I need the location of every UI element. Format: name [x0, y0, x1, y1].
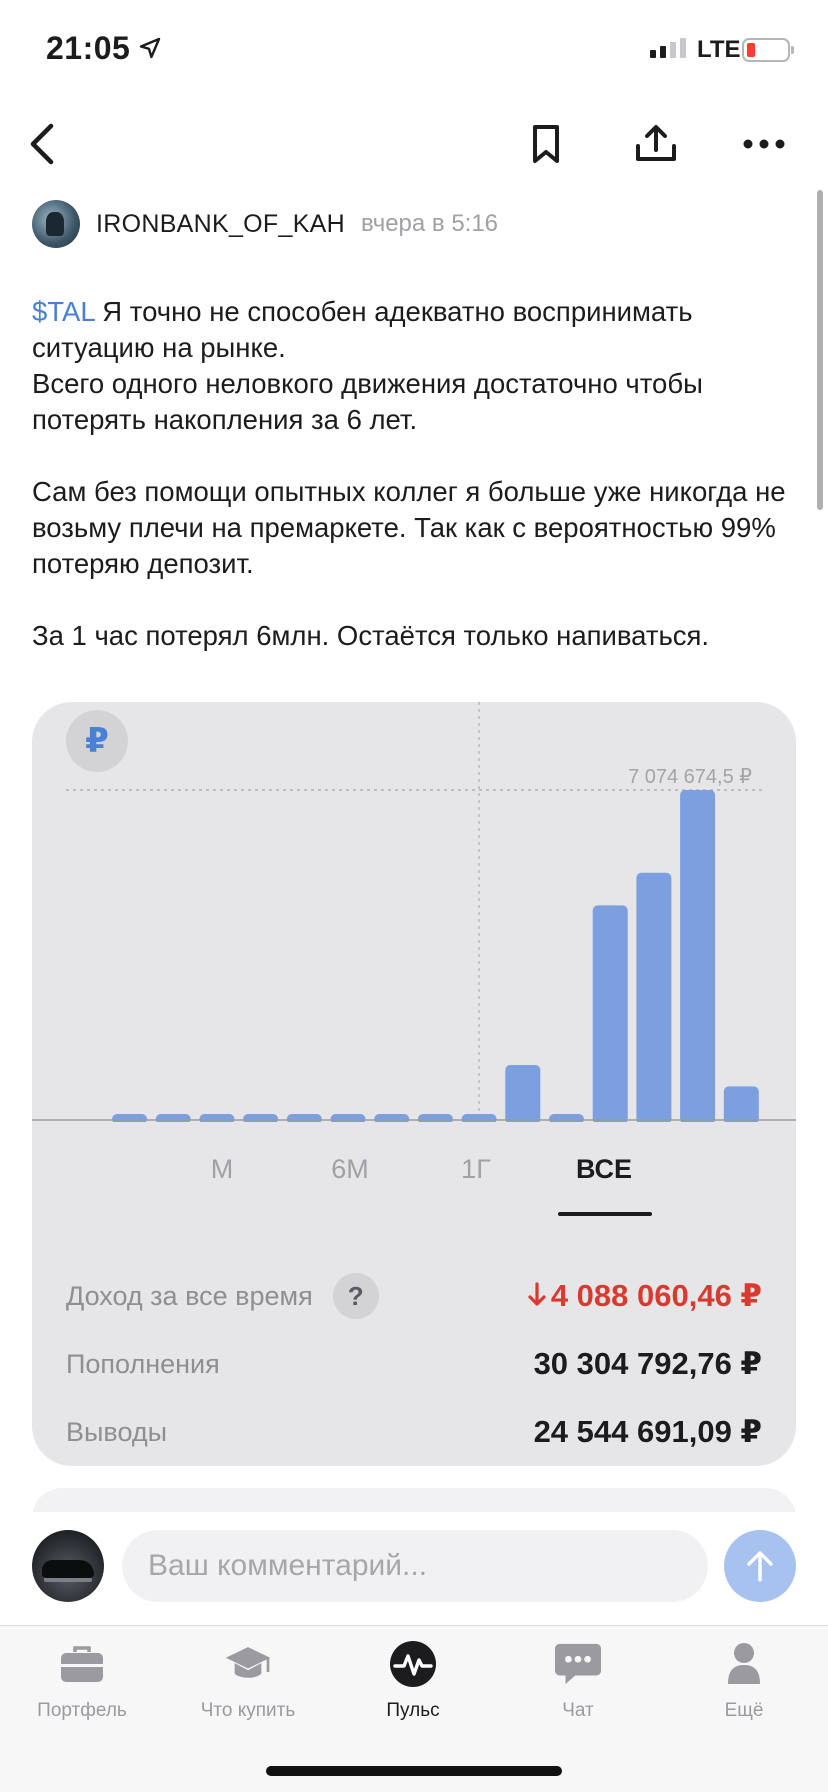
- profile-icon: [720, 1640, 768, 1688]
- stat-value-withdrawals: 24 544 691,09 ₽: [533, 1414, 762, 1449]
- tab-label: Пульс: [386, 1700, 440, 1721]
- chart-bar: [330, 1114, 366, 1122]
- location-arrow-icon: [139, 37, 161, 59]
- portfolio-card: ₽ 7 074 674,5 ₽ М 6М 1Г ВСЕ Доход за все…: [32, 702, 796, 1466]
- stat-income-row: Доход за все время ? 4 088 060,46 ₽: [66, 1262, 762, 1330]
- tab-label: Портфель: [37, 1700, 127, 1721]
- nav-bar: [0, 100, 828, 180]
- stat-value-income: 4 088 060,46 ₽: [527, 1278, 762, 1314]
- post-time: вчера в 5:16: [361, 210, 499, 237]
- chat-icon: [554, 1640, 602, 1688]
- period-tab-6m[interactable]: 6М: [331, 1154, 369, 1185]
- tab-more[interactable]: Ещё: [669, 1640, 819, 1722]
- post-paragraph: За 1 час потерял 6млн. Остаётся только н…: [32, 620, 710, 651]
- arrow-up-icon: [747, 1551, 773, 1582]
- chart-bar: [417, 1114, 453, 1122]
- post-paragraph: Сам без помощи опытных коллег я больше у…: [32, 476, 786, 579]
- chart-bar: [592, 905, 628, 1122]
- bookmark-icon: [533, 125, 559, 163]
- bookmark-button[interactable]: [518, 116, 574, 172]
- post-paragraph-text: Я точно не способен адекватно воспринима…: [32, 296, 703, 435]
- stat-label: Пополнения: [66, 1348, 220, 1379]
- graduation-cap-icon: [224, 1640, 272, 1688]
- post-text: $TAL Я точно не способен адекватно воспр…: [32, 294, 802, 654]
- tab-label: Чат: [562, 1700, 594, 1721]
- share-button[interactable]: [628, 116, 684, 172]
- stat-label: Выводы: [66, 1416, 168, 1447]
- max-value-label: 7 074 674,5 ₽: [628, 766, 752, 788]
- stat-deposits-row: Пополнения 30 304 792,76 ₽: [66, 1330, 762, 1398]
- chevron-left-icon: [30, 123, 54, 165]
- author-name[interactable]: IRONBANK_OF_KAH: [96, 210, 345, 239]
- scrollbar[interactable]: [817, 190, 823, 510]
- tab-label: Что купить: [200, 1700, 296, 1721]
- stat-label: Доход за все время: [66, 1280, 313, 1311]
- chart-bar: [199, 1114, 235, 1122]
- post-author[interactable]: IRONBANK_OF_KAH вчера в 5:16: [32, 200, 498, 248]
- help-icon[interactable]: ?: [332, 1273, 379, 1319]
- chart-bar: [286, 1114, 322, 1122]
- chart-bar: [505, 1064, 541, 1122]
- status-time: 21:05: [46, 30, 131, 66]
- period-tab-m[interactable]: М: [211, 1154, 234, 1185]
- chart-bar: [155, 1114, 191, 1122]
- pulse-icon: [389, 1640, 437, 1688]
- chart-bar: [723, 1086, 759, 1122]
- tab-what-to-buy[interactable]: Что купить: [173, 1640, 323, 1722]
- comment-input[interactable]: [122, 1530, 708, 1602]
- chart-bar: [243, 1114, 279, 1122]
- home-indicator[interactable]: [266, 1766, 562, 1776]
- arrow-down-icon: [528, 1282, 546, 1306]
- ticker-link[interactable]: $TAL: [32, 296, 95, 327]
- chart-area: ₽ 7 074 674,5 ₽: [32, 702, 796, 1122]
- chart-bar: [549, 1114, 584, 1122]
- chart-bar: [461, 1114, 497, 1122]
- network-type: LTE: [697, 36, 741, 63]
- tab-pulse[interactable]: Пульс: [338, 1640, 488, 1722]
- share-icon: [636, 125, 676, 161]
- stat-value-text: 4 088 060,46 ₽: [550, 1278, 762, 1313]
- period-tab-1y[interactable]: 1Г: [461, 1154, 491, 1185]
- back-button[interactable]: [14, 116, 70, 172]
- period-tab-all[interactable]: ВСЕ: [576, 1154, 632, 1185]
- stats-list: Доход за все время ? 4 088 060,46 ₽ Попо…: [66, 1262, 762, 1466]
- briefcase-icon: [58, 1640, 106, 1688]
- user-avatar[interactable]: [32, 1530, 104, 1602]
- status-bar: 21:05 LTE: [0, 0, 828, 100]
- author-avatar[interactable]: [32, 200, 80, 248]
- stat-withdrawals-row: Выводы 24 544 691,09 ₽: [66, 1398, 762, 1466]
- tab-chat[interactable]: Чат: [503, 1640, 653, 1722]
- tab-label: Ещё: [724, 1700, 764, 1721]
- more-button[interactable]: [736, 116, 792, 172]
- send-button[interactable]: [724, 1530, 796, 1602]
- chart-bar: [680, 790, 716, 1122]
- signal-icon: [650, 38, 686, 58]
- period-tabs: М 6М 1Г ВСЕ: [32, 1142, 796, 1222]
- more-dots-icon: [743, 139, 785, 149]
- tab-portfolio[interactable]: Портфель: [7, 1640, 157, 1722]
- chart-bar: [112, 1114, 147, 1122]
- period-active-underline: [558, 1212, 652, 1216]
- chart-bar: [374, 1114, 410, 1122]
- currency-toggle-button[interactable]: ₽: [66, 710, 128, 772]
- comment-bar: [0, 1512, 828, 1622]
- post-paragraph: $TAL Я точно не способен адекватно воспр…: [32, 294, 802, 438]
- stat-value-deposits: 30 304 792,76 ₽: [533, 1346, 762, 1381]
- battery-icon: [742, 38, 794, 62]
- chart-bar: [636, 872, 672, 1122]
